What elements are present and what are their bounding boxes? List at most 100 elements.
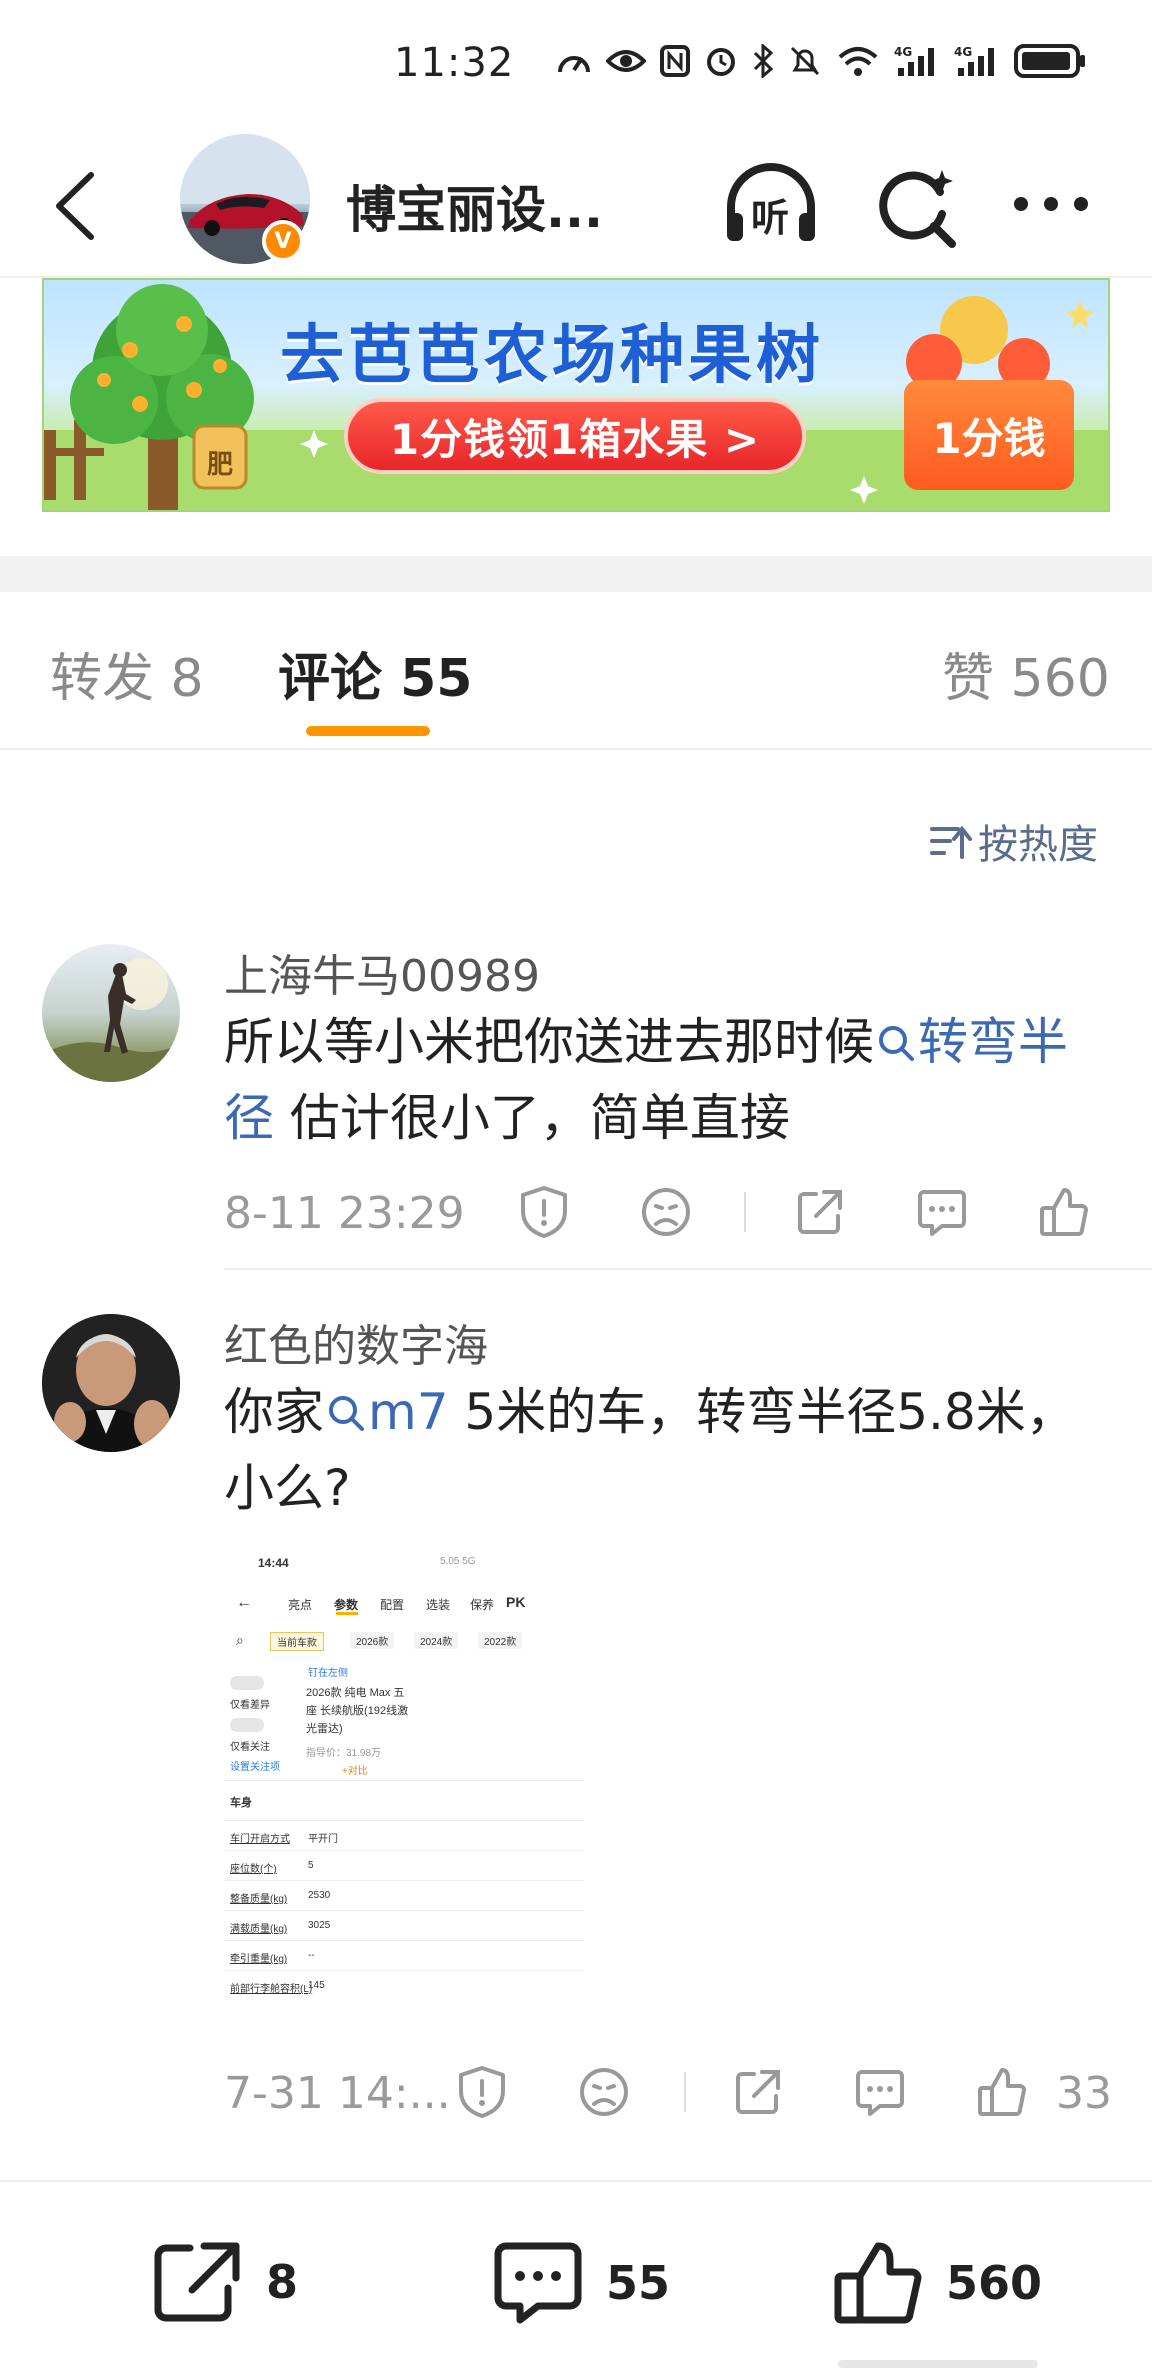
fertilizer-label: 肥	[206, 450, 233, 480]
reply-icon[interactable]	[914, 1184, 970, 1240]
img-toggle	[230, 1718, 264, 1732]
img-spec-value: 5	[308, 1860, 314, 1871]
img-spec-label: 牵引重量(kg)	[230, 1954, 288, 1965]
more-icon[interactable]	[1006, 184, 1096, 224]
sort-by-hot-button[interactable]: 按热度	[928, 812, 1098, 870]
comment-count: 55	[606, 2256, 671, 2310]
img-price: 指导价：31.98万	[306, 1748, 382, 1759]
comment-text: 你家 m7 5米的车，转弯半径5.8米，小么?	[224, 1374, 1104, 1526]
share-icon[interactable]	[730, 2064, 786, 2120]
signal-4g-icon-2: 4G	[954, 45, 994, 76]
comment-actions: 8-11 23:29	[224, 1178, 1124, 1248]
listen-icon[interactable]: 听	[716, 156, 826, 256]
repost-icon	[154, 2242, 240, 2322]
mute-bell-icon	[790, 46, 820, 76]
author-name[interactable]: 博宝丽设...	[346, 170, 603, 242]
action-separator	[684, 2072, 686, 2112]
dislike-icon[interactable]	[638, 1184, 694, 1240]
img-tab: 亮点	[288, 1598, 313, 1612]
share-icon[interactable]	[792, 1184, 848, 1240]
report-icon[interactable]	[516, 1184, 572, 1240]
banner-cta-button[interactable]: 1分钱领1箱水果 >	[344, 398, 806, 474]
interaction-tabs: 转发 8 评论 55 赞 560	[0, 592, 1152, 750]
img-tab: 保养	[470, 1598, 495, 1612]
img-row-divider	[224, 1940, 584, 1941]
img-settings: 设置关注项	[230, 1762, 280, 1773]
search-icon[interactable]	[870, 160, 966, 256]
img-year-tab: 2026款	[350, 1632, 395, 1649]
tab-likes[interactable]: 赞 560	[942, 636, 1110, 711]
back-icon[interactable]	[40, 166, 110, 246]
like-icon[interactable]	[974, 2064, 1030, 2120]
like-button[interactable]: 560	[832, 2240, 1042, 2326]
img-year-tab: 2024款	[414, 1632, 459, 1649]
img-search-icon: ⌕	[236, 1632, 244, 1648]
comment-text: 所以等小米把你送进去那时候 转弯半径 估计很小了，简单直接	[224, 1004, 1104, 1156]
dislike-icon[interactable]	[576, 2064, 632, 2120]
section-divider	[0, 556, 1152, 592]
svg-text:听: 听	[751, 196, 789, 240]
repost-count: 8	[266, 2255, 299, 2309]
tab-repost[interactable]: 转发 8	[50, 636, 204, 711]
comment-text-part: 所以等小米把你送进去那时候	[224, 1013, 874, 1071]
img-row-divider	[224, 1780, 584, 1781]
img-spec-label: 整备质量(kg)	[230, 1894, 288, 1905]
wifi-icon	[838, 47, 878, 76]
tab-comments[interactable]: 评论 55	[278, 636, 472, 711]
img-tab-underline	[336, 1612, 358, 1615]
active-tab-indicator	[306, 726, 430, 736]
img-spec-value: --	[308, 1950, 315, 1961]
like-count: 560	[946, 2256, 1043, 2310]
commenter-name[interactable]: 红色的数字海	[224, 1310, 488, 1374]
svg-text:4G: 4G	[894, 45, 912, 59]
svg-text:4G: 4G	[954, 45, 972, 59]
img-row-divider	[224, 1910, 584, 1911]
status-bar: 11:32 4G 4G	[0, 0, 1152, 130]
img-row-divider	[224, 1880, 584, 1881]
img-compare: +对比	[342, 1766, 368, 1777]
speed-icon	[558, 56, 590, 73]
sort-icon	[930, 825, 972, 859]
eye-icon	[606, 50, 646, 72]
battery-icon	[1014, 44, 1085, 78]
like-icon[interactable]	[1036, 1184, 1092, 1240]
comment-button[interactable]: 55	[492, 2240, 670, 2326]
signal-4g-icon: 4G	[894, 45, 934, 76]
img-year-tab: 2022款	[478, 1632, 523, 1649]
comment-divider	[224, 1268, 1152, 1270]
comment-text-part: 估计很小了，简单直接	[274, 1089, 790, 1147]
thumbs-up-icon	[834, 2242, 922, 2324]
comment-image[interactable]: 14:44 5.05 5G ← 亮点 参数 配置 选装 保养 PK ⌕ 当前车款…	[224, 1548, 584, 2018]
comment-time: 8-11 23:29	[224, 1188, 465, 1239]
img-spec-value: 2530	[308, 1890, 331, 1901]
commenter-avatar[interactable]	[42, 1314, 180, 1452]
img-status-right: 5.05 5G	[440, 1556, 476, 1567]
img-back-icon: ←	[236, 1594, 252, 1611]
comment-like-count: 33	[1056, 2068, 1112, 2119]
img-filter: 仅看差异	[230, 1700, 270, 1711]
topic-label[interactable]: m7	[368, 1383, 449, 1441]
report-icon[interactable]	[454, 2064, 510, 2120]
img-filter: 仅看关注	[230, 1742, 270, 1753]
img-status-time: 14:44	[258, 1556, 289, 1570]
img-spec-label: 前部行李舱容积(L)	[230, 1984, 313, 1995]
top-nav-bar: V 博宝丽设... 听	[0, 130, 1152, 278]
commenter-avatar[interactable]	[42, 944, 180, 1082]
promo-banner[interactable]: 肥 去芭芭农场种果树 1分钱领1箱水果 > 1分钱	[42, 278, 1110, 512]
commenter-name[interactable]: 上海牛马00989	[224, 940, 540, 1004]
sort-label: 按热度	[978, 822, 1098, 868]
search-topic-icon	[329, 1396, 364, 1431]
img-tab: 选装	[426, 1598, 451, 1612]
img-spec-label: 车门开启方式	[230, 1834, 290, 1845]
reply-icon[interactable]	[852, 2064, 908, 2120]
img-tab: 配置	[380, 1598, 405, 1612]
action-separator	[744, 1192, 746, 1232]
repost-button[interactable]: 8	[152, 2240, 298, 2324]
img-pk: PK	[506, 1594, 526, 1610]
topic-link[interactable]: m7	[324, 1383, 449, 1441]
bottom-action-bar: 8 55 560	[0, 2180, 1152, 2376]
search-topic-icon	[879, 1026, 914, 1061]
img-section: 车身	[230, 1797, 252, 1809]
verified-badge: V	[262, 220, 304, 262]
img-row-divider	[224, 1820, 584, 1821]
